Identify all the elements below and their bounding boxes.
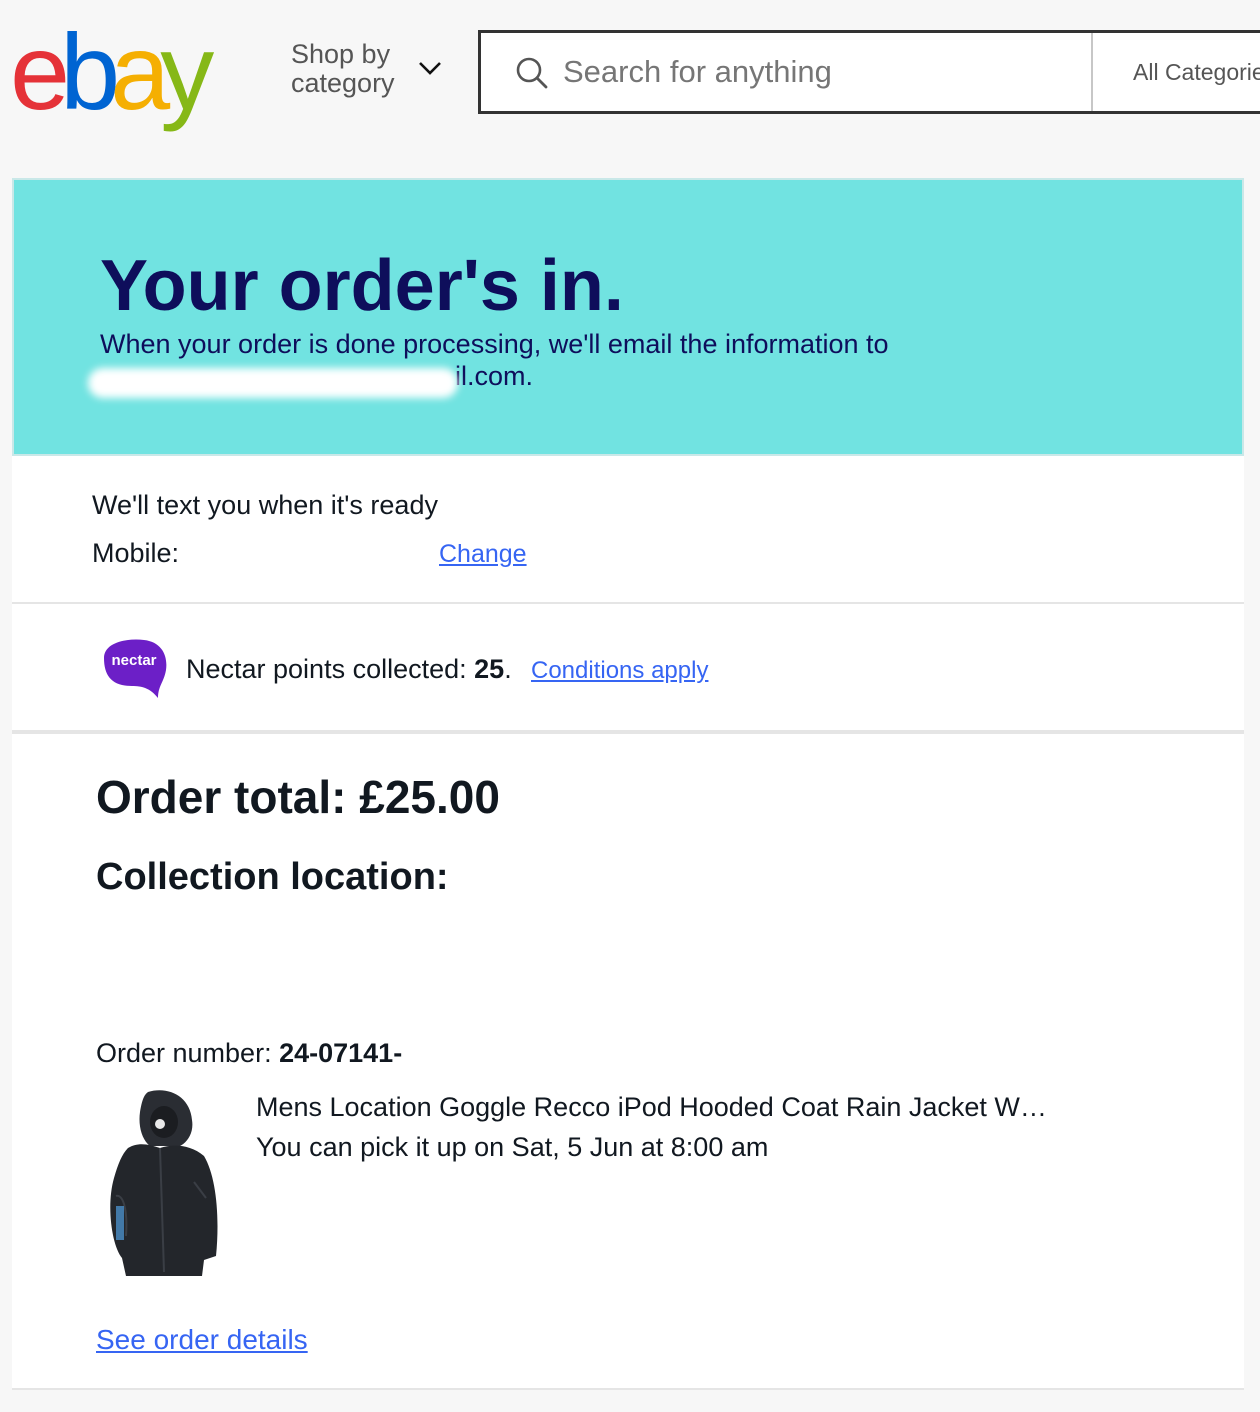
nectar-label: Nectar points collected:	[186, 654, 467, 684]
nectar-panel: nectar Nectar points collected: 25. Cond…	[12, 604, 1244, 734]
email-redaction	[88, 368, 458, 398]
nectar-logo-text: nectar	[111, 652, 156, 669]
order-summary-panel: Order total: £25.00 Collection location:…	[12, 734, 1244, 1390]
pickup-time: You can pick it up on Sat, 5 Jun at 8:00…	[256, 1132, 769, 1162]
item-thumbnail[interactable]	[98, 1086, 222, 1276]
sms-heading: We'll text you when it's ready	[92, 490, 438, 520]
nectar-logo: nectar	[104, 639, 167, 698]
logo-letter-a: a	[110, 11, 170, 132]
see-order-details-link[interactable]: See order details	[96, 1324, 308, 1356]
order-confirmation-banner: Your order's in. When your order is done…	[12, 178, 1244, 456]
search-bar: All Categories	[478, 30, 1260, 114]
search-icon	[516, 57, 548, 89]
search-input[interactable]	[563, 47, 1083, 97]
site-header: ebay Shop by category All Categories	[0, 0, 1260, 140]
nectar-points-value: 25	[474, 654, 505, 684]
conditions-apply-link[interactable]: Conditions apply	[531, 657, 708, 685]
order-total: Order total: £25.00	[96, 771, 500, 823]
shop-by-category-label: Shop by category	[291, 39, 395, 98]
mobile-label: Mobile:	[92, 538, 180, 568]
change-mobile-link[interactable]: Change	[439, 540, 527, 569]
order-number-label: Order number:	[96, 1038, 272, 1068]
collection-location-heading: Collection location:	[96, 856, 449, 898]
chevron-down-icon	[419, 62, 441, 75]
nectar-points-suffix: .	[504, 654, 512, 684]
nectar-points-text: Nectar points collected: 25.	[186, 654, 512, 685]
page-title: Your order's in.	[100, 246, 624, 326]
logo-letter-b: b	[60, 11, 120, 132]
confirmation-text: When your order is done processing, we'l…	[100, 329, 889, 359]
category-select[interactable]: All Categories	[1091, 33, 1260, 111]
ebay-logo[interactable]: ebay	[10, 18, 250, 126]
item-title[interactable]: Mens Location Goggle Recco iPod Hooded C…	[256, 1092, 1047, 1123]
shop-by-category-button[interactable]: Shop by category	[291, 39, 441, 98]
email-visible-part: il.com.	[455, 361, 534, 391]
logo-letter-y: y	[160, 11, 214, 132]
logo-letter-e: e	[10, 11, 70, 132]
sms-notification-panel: We'll text you when it's ready Mobile: C…	[12, 456, 1244, 604]
order-number: Order number: 24-07141-	[96, 1038, 402, 1069]
order-number-value: 24-07141-	[279, 1038, 403, 1068]
